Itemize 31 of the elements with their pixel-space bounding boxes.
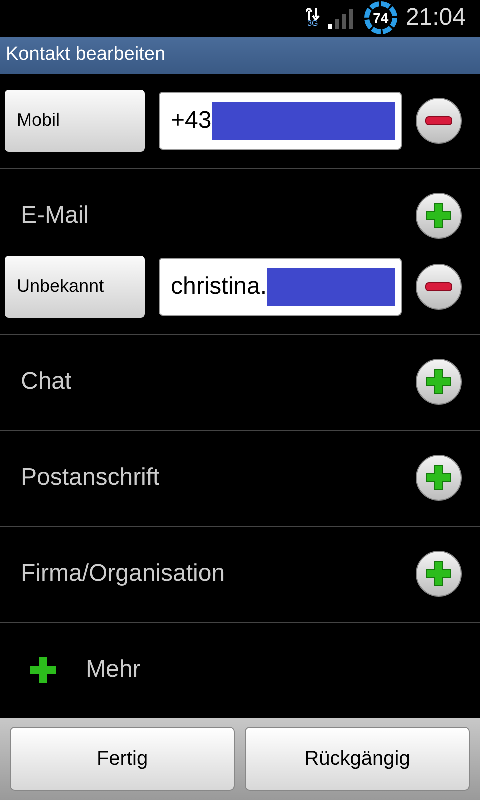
action-button[interactable]: Rückgängig: [245, 726, 470, 791]
action-button[interactable]: Fertig: [10, 726, 235, 791]
data-transfer-icon: [306, 8, 320, 20]
battery-level: 74: [373, 8, 389, 28]
plus-icon: [425, 560, 453, 588]
add-button[interactable]: [416, 551, 462, 598]
type-selector[interactable]: Mobil: [5, 90, 145, 152]
plus-icon: [425, 202, 453, 230]
section-label: E-Mail: [21, 201, 90, 232]
network-type: 3G: [308, 20, 318, 28]
plus-icon: [30, 657, 56, 684]
add-button[interactable]: [416, 455, 462, 502]
add-button[interactable]: [416, 359, 462, 406]
plus-icon: [425, 368, 453, 396]
window-title: Kontakt bearbeiten: [6, 42, 166, 67]
input-field[interactable]: +43: [159, 92, 402, 150]
clock: 21:04: [406, 3, 466, 34]
more-button[interactable]: Mehr: [0, 622, 480, 718]
plus-icon: [425, 464, 453, 492]
add-button[interactable]: [416, 193, 462, 240]
section-label: Firma/Organisation: [21, 559, 226, 590]
remove-button[interactable]: [416, 264, 462, 310]
type-selector[interactable]: Unbekannt: [5, 256, 145, 318]
section-label: Postanschrift: [21, 463, 160, 494]
battery-ring-icon: [364, 1, 398, 36]
minus-icon: [425, 116, 453, 126]
section-label: Chat: [21, 367, 72, 398]
minus-icon: [425, 282, 453, 292]
signal-icon: [328, 7, 356, 30]
remove-button[interactable]: [416, 98, 462, 144]
input-field[interactable]: christina.: [159, 258, 402, 316]
